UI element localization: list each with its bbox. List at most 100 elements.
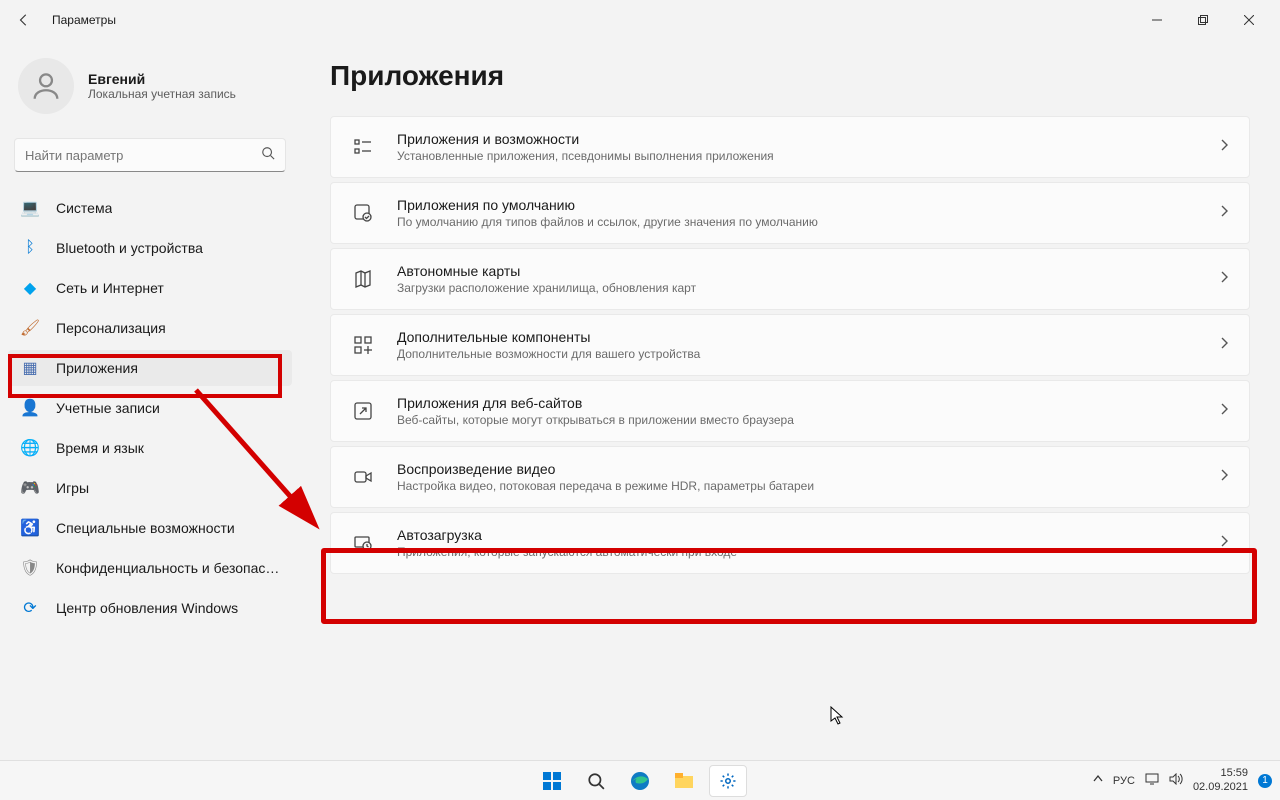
main-content: Приложения Приложения и возможности Устан… <box>300 40 1280 760</box>
sidebar-item-label: Центр обновления Windows <box>56 600 238 616</box>
tray-clock[interactable]: 15:59 02.09.2021 <box>1193 767 1248 793</box>
sidebar-item-8[interactable]: ♿ Специальные возможности <box>8 510 292 546</box>
close-button[interactable] <box>1226 4 1272 36</box>
tray-network-icon[interactable] <box>1145 773 1159 788</box>
sidebar-item-label: Приложения <box>56 360 138 376</box>
sidebar-item-4[interactable]: ▦ Приложения <box>8 350 292 386</box>
optional-features-icon <box>351 333 375 357</box>
card-subtitle: Дополнительные возможности для вашего ус… <box>397 347 1221 361</box>
bluetooth-icon: ᛒ <box>20 238 40 258</box>
maps-icon <box>351 267 375 291</box>
settings-card-2[interactable]: Автономные карты Загрузки расположение хр… <box>330 248 1250 310</box>
personalization-icon: 🖌 <box>20 318 40 338</box>
back-button[interactable] <box>8 4 40 36</box>
taskbar: РУС 15:59 02.09.2021 1 <box>0 760 1280 800</box>
chevron-right-icon <box>1221 204 1229 222</box>
settings-card-5[interactable]: Воспроизведение видео Настройка видео, по… <box>330 446 1250 508</box>
system-tray: РУС 15:59 02.09.2021 1 <box>1093 767 1272 793</box>
sidebar-item-5[interactable]: 👤 Учетные записи <box>8 390 292 426</box>
sidebar-item-6[interactable]: 🌐Время и язык <box>8 430 292 466</box>
taskbar-settings-button[interactable] <box>709 765 747 797</box>
sidebar-item-1[interactable]: ᛒ Bluetooth и устройства <box>8 230 292 266</box>
chevron-right-icon <box>1221 270 1229 288</box>
titlebar: Параметры <box>0 0 1280 40</box>
sidebar-item-label: Специальные возможности <box>56 520 235 536</box>
system-icon: 💻 <box>20 198 40 218</box>
sidebar-item-2[interactable]: ◆ Сеть и Интернет <box>8 270 292 306</box>
tray-overflow-icon[interactable] <box>1093 774 1103 787</box>
sidebar-item-3[interactable]: 🖌 Персонализация <box>8 310 292 346</box>
card-title: Приложения для веб-сайтов <box>397 395 1221 411</box>
card-subtitle: Установленные приложения, псевдонимы вып… <box>397 149 1221 163</box>
accounts-icon: 👤 <box>20 398 40 418</box>
privacy-icon: 🛡 <box>20 558 40 578</box>
settings-card-0[interactable]: Приложения и возможности Установленные пр… <box>330 116 1250 178</box>
page-title: Приложения <box>330 60 1250 92</box>
card-subtitle: Настройка видео, потоковая передача в ре… <box>397 479 1221 493</box>
card-subtitle: Загрузки расположение хранилища, обновле… <box>397 281 1221 295</box>
sidebar-item-9[interactable]: 🛡 Конфиденциальность и безопасность <box>8 550 292 586</box>
default-apps-icon <box>351 201 375 225</box>
accessibility-icon: ♿ <box>20 518 40 538</box>
taskbar-explorer-button[interactable] <box>665 765 703 797</box>
update-icon: ⟳ <box>20 598 40 618</box>
card-title: Приложения и возможности <box>397 131 1221 147</box>
tray-notification-badge[interactable]: 1 <box>1258 774 1272 788</box>
sidebar-item-label: Игры <box>56 480 89 496</box>
web-apps-icon <box>351 399 375 423</box>
gaming-icon: 🎮 <box>20 478 40 498</box>
sidebar-item-7[interactable]: 🎮 Игры <box>8 470 292 506</box>
search-input[interactable] <box>25 148 261 163</box>
sidebar-item-label: Время и язык <box>56 440 144 456</box>
card-title: Дополнительные компоненты <box>397 329 1221 345</box>
search-icon <box>261 146 275 165</box>
sidebar-item-label: Сеть и Интернет <box>56 280 164 296</box>
search-box[interactable] <box>14 138 286 172</box>
chevron-right-icon <box>1221 402 1229 420</box>
user-account-type: Локальная учетная запись <box>88 87 236 101</box>
sidebar-item-label: Конфиденциальность и безопасность <box>56 560 280 576</box>
settings-card-3[interactable]: Дополнительные компоненты Дополнительные … <box>330 314 1250 376</box>
settings-card-1[interactable]: Приложения по умолчанию По умолчанию для … <box>330 182 1250 244</box>
sidebar-item-0[interactable]: 💻 Система <box>8 190 292 226</box>
nav-list: 💻 Система ᛒ Bluetooth и устройства ◆ Сеть и И… <box>8 188 292 628</box>
sidebar-item-label: Учетные записи <box>56 400 160 416</box>
apps-icon: ▦ <box>20 358 40 378</box>
card-subtitle: Веб-сайты, которые могут открываться в п… <box>397 413 1221 427</box>
card-subtitle: По умолчанию для типов файлов и ссылок, … <box>397 215 1221 229</box>
maximize-button[interactable] <box>1180 4 1226 36</box>
sidebar-item-label: Система <box>56 200 112 216</box>
start-button[interactable] <box>533 765 571 797</box>
card-subtitle: Приложения, которые запускаются автомати… <box>397 545 1221 559</box>
avatar <box>18 58 74 114</box>
chevron-right-icon <box>1221 468 1229 486</box>
network-icon: ◆ <box>20 278 40 298</box>
video-icon <box>351 465 375 489</box>
chevron-right-icon <box>1221 534 1229 552</box>
taskbar-edge-button[interactable] <box>621 765 659 797</box>
card-title: Воспроизведение видео <box>397 461 1221 477</box>
window-title: Параметры <box>52 13 116 27</box>
chevron-right-icon <box>1221 336 1229 354</box>
apps-features-icon <box>351 135 375 159</box>
sidebar-item-label: Персонализация <box>56 320 166 336</box>
card-title: Автономные карты <box>397 263 1221 279</box>
sidebar-item-10[interactable]: ⟳ Центр обновления Windows <box>8 590 292 626</box>
tray-language[interactable]: РУС <box>1113 775 1135 787</box>
startup-icon <box>351 531 375 555</box>
window-controls <box>1134 4 1272 36</box>
card-title: Приложения по умолчанию <box>397 197 1221 213</box>
settings-card-6[interactable]: Автозагрузка Приложения, которые запускаю… <box>330 512 1250 574</box>
user-name: Евгений <box>88 71 236 87</box>
sidebar-item-label: Bluetooth и устройства <box>56 240 203 256</box>
tray-date: 02.09.2021 <box>1193 781 1248 794</box>
card-title: Автозагрузка <box>397 527 1221 543</box>
minimize-button[interactable] <box>1134 4 1180 36</box>
chevron-right-icon <box>1221 138 1229 156</box>
taskbar-center <box>533 765 747 797</box>
tray-time: 15:59 <box>1193 767 1248 780</box>
user-profile[interactable]: Евгений Локальная учетная запись <box>8 40 292 132</box>
taskbar-search-button[interactable] <box>577 765 615 797</box>
tray-volume-icon[interactable] <box>1169 773 1183 788</box>
settings-card-4[interactable]: Приложения для веб-сайтов Веб-сайты, кото… <box>330 380 1250 442</box>
